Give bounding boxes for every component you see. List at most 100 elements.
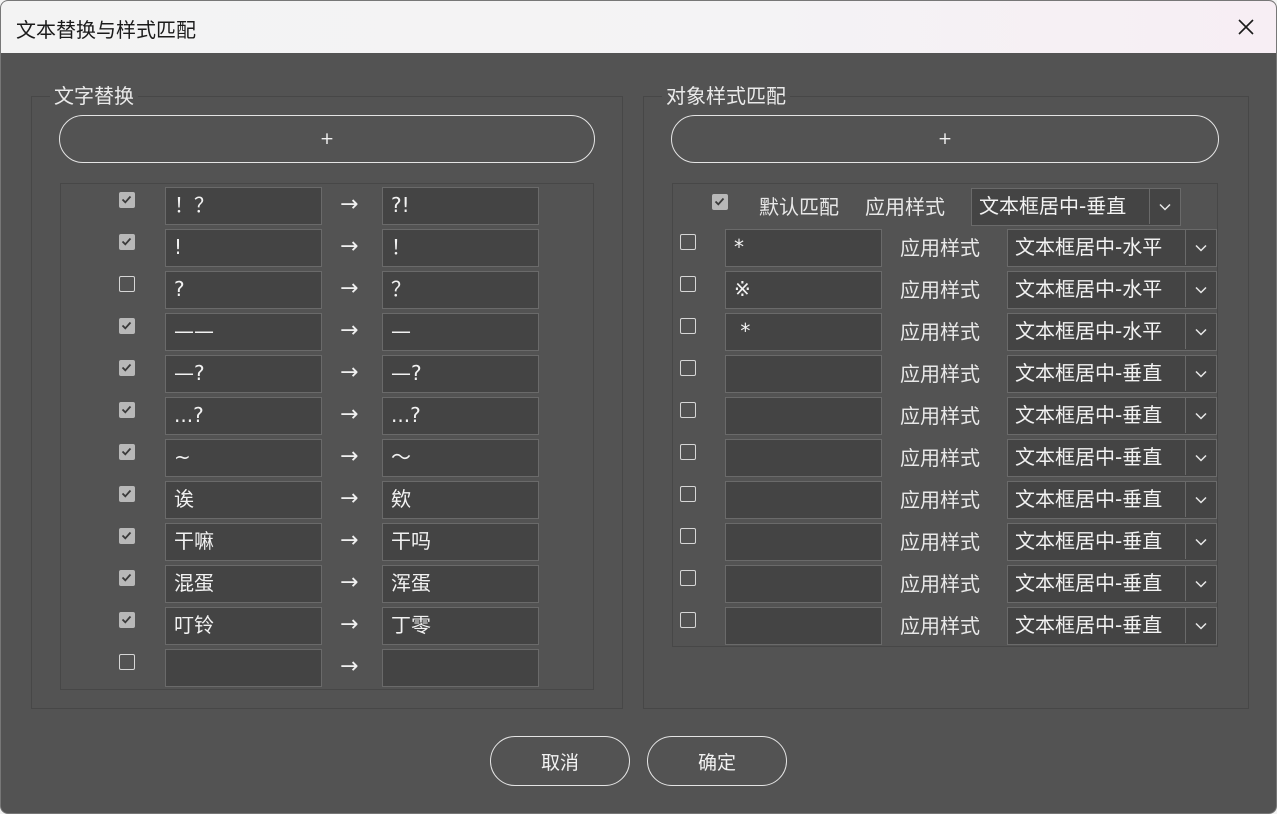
- replace-row-checkbox[interactable]: [119, 486, 135, 502]
- style-select[interactable]: 文本框居中-水平: [1007, 229, 1217, 267]
- chevron-down-icon[interactable]: [1185, 566, 1216, 601]
- style-select[interactable]: 文本框居中-水平: [1007, 271, 1217, 309]
- replace-row-checkbox[interactable]: [119, 318, 135, 334]
- replace-to-input[interactable]: 丁零: [382, 607, 539, 645]
- replace-from-input[interactable]: —?: [165, 355, 322, 393]
- replace-row-checkbox[interactable]: [119, 234, 135, 250]
- replace-row-checkbox[interactable]: [119, 570, 135, 586]
- replace-to-input[interactable]: ！: [382, 229, 539, 267]
- chevron-down-icon[interactable]: [1185, 398, 1216, 433]
- apply-style-label: 应用样式: [900, 362, 980, 386]
- default-match-checkbox[interactable]: [712, 194, 728, 210]
- ok-button[interactable]: 确定: [647, 736, 787, 786]
- style-select[interactable]: 文本框居中-垂直: [1007, 439, 1217, 477]
- replace-from-input[interactable]: ...?: [165, 397, 322, 435]
- replace-to-input[interactable]: —?: [382, 355, 539, 393]
- style-pattern-input[interactable]: [725, 523, 882, 561]
- replace-row-checkbox[interactable]: [119, 528, 135, 544]
- replace-to-input[interactable]: ？: [382, 271, 539, 309]
- style-rule-checkbox[interactable]: [680, 360, 696, 376]
- replace-from-input[interactable]: ！？: [165, 187, 322, 225]
- add-style-rule-button[interactable]: +: [671, 115, 1219, 163]
- replace-to-input[interactable]: ～: [382, 439, 539, 477]
- replace-from-input[interactable]: 混蛋: [165, 565, 322, 603]
- style-rule-row: 应用样式 文本框居中-垂直: [673, 396, 1217, 436]
- style-rule-row: 应用样式 文本框居中-垂直: [673, 606, 1217, 646]
- style-pattern-input[interactable]: [725, 607, 882, 645]
- replace-from-input[interactable]: [165, 649, 322, 687]
- style-select[interactable]: 文本框居中-垂直: [1007, 565, 1217, 603]
- checkmark-icon: [121, 615, 132, 624]
- replace-row-checkbox[interactable]: [119, 402, 135, 418]
- style-rule-checkbox[interactable]: [680, 402, 696, 418]
- style-rule-checkbox[interactable]: [680, 570, 696, 586]
- replace-from-input[interactable]: 叮铃: [165, 607, 322, 645]
- replace-row: ~ → ～: [61, 438, 593, 478]
- replace-from-input[interactable]: 干嘛: [165, 523, 322, 561]
- chevron-down-icon[interactable]: [1185, 608, 1216, 643]
- replace-from-input[interactable]: ?: [165, 271, 322, 309]
- chevron-down-icon[interactable]: [1185, 314, 1216, 349]
- checkmark-icon: [121, 321, 132, 330]
- replace-to-input[interactable]: ?!: [382, 187, 539, 225]
- style-pattern-input[interactable]: [725, 481, 882, 519]
- style-rule-row: 应用样式 文本框居中-垂直: [673, 564, 1217, 604]
- style-rule-checkbox[interactable]: [680, 528, 696, 544]
- style-pattern-input[interactable]: *: [725, 229, 882, 267]
- style-pattern-input[interactable]: *: [725, 313, 882, 351]
- style-rule-checkbox[interactable]: [680, 444, 696, 460]
- style-pattern-input[interactable]: [725, 397, 882, 435]
- style-pattern-input[interactable]: [725, 565, 882, 603]
- style-select[interactable]: 文本框居中-垂直: [1007, 523, 1217, 561]
- replace-row-checkbox[interactable]: [119, 276, 135, 292]
- chevron-down-icon[interactable]: [1185, 440, 1216, 475]
- text-replace-list: ！？ →?!! → ！? → ？ —— → — —? → —?...? →...? ~ → ～ 诶 → 欸干嘛 → 干吗…: [60, 183, 594, 690]
- default-style-select[interactable]: 文本框居中-垂直: [971, 188, 1181, 226]
- style-pattern-input[interactable]: [725, 355, 882, 393]
- style-select-value: 文本框居中-垂直: [1015, 613, 1163, 637]
- chevron-down-icon[interactable]: [1185, 272, 1216, 307]
- replace-row-checkbox[interactable]: [119, 612, 135, 628]
- replace-to-input[interactable]: [382, 649, 539, 687]
- style-select[interactable]: 文本框居中-垂直: [1007, 397, 1217, 435]
- chevron-down-icon[interactable]: [1185, 482, 1216, 517]
- close-button[interactable]: [1226, 7, 1266, 47]
- replace-to-input[interactable]: —: [382, 313, 539, 351]
- replace-row-checkbox[interactable]: [119, 360, 135, 376]
- replace-from-input[interactable]: 诶: [165, 481, 322, 519]
- replace-to-input[interactable]: 干吗: [382, 523, 539, 561]
- replace-row: 混蛋 → 浑蛋: [61, 564, 593, 604]
- replace-from-input[interactable]: ~: [165, 439, 322, 477]
- cancel-button[interactable]: 取消: [490, 736, 630, 786]
- replace-from-input[interactable]: !: [165, 229, 322, 267]
- style-pattern-input[interactable]: [725, 439, 882, 477]
- style-select[interactable]: 文本框居中-垂直: [1007, 481, 1217, 519]
- chevron-down-icon[interactable]: [1185, 524, 1216, 559]
- style-rule-checkbox[interactable]: [680, 276, 696, 292]
- checkmark-icon: [121, 363, 132, 372]
- title-bar: 文本替换与样式匹配: [1, 1, 1276, 53]
- replace-row: →: [61, 648, 593, 688]
- checkmark-icon: [121, 573, 132, 582]
- replace-to-input[interactable]: 欸: [382, 481, 539, 519]
- style-select[interactable]: 文本框居中-水平: [1007, 313, 1217, 351]
- style-rule-checkbox[interactable]: [680, 486, 696, 502]
- chevron-down-icon[interactable]: [1149, 189, 1180, 224]
- style-rule-row: * 应用样式 文本框居中-水平: [673, 228, 1217, 268]
- replace-row-checkbox[interactable]: [119, 654, 135, 670]
- style-rule-checkbox[interactable]: [680, 234, 696, 250]
- replace-from-input[interactable]: ——: [165, 313, 322, 351]
- style-rule-checkbox[interactable]: [680, 612, 696, 628]
- replace-to-input[interactable]: 浑蛋: [382, 565, 539, 603]
- chevron-down-icon[interactable]: [1185, 230, 1216, 265]
- replace-row-checkbox[interactable]: [119, 444, 135, 460]
- arrow-icon: →: [340, 570, 359, 595]
- style-select[interactable]: 文本框居中-垂直: [1007, 607, 1217, 645]
- style-select[interactable]: 文本框居中-垂直: [1007, 355, 1217, 393]
- style-rule-checkbox[interactable]: [680, 318, 696, 334]
- style-pattern-input[interactable]: ※: [725, 271, 882, 309]
- chevron-down-icon[interactable]: [1185, 356, 1216, 391]
- replace-row-checkbox[interactable]: [119, 192, 135, 208]
- replace-to-input[interactable]: ...?: [382, 397, 539, 435]
- add-text-rule-button[interactable]: +: [59, 115, 595, 163]
